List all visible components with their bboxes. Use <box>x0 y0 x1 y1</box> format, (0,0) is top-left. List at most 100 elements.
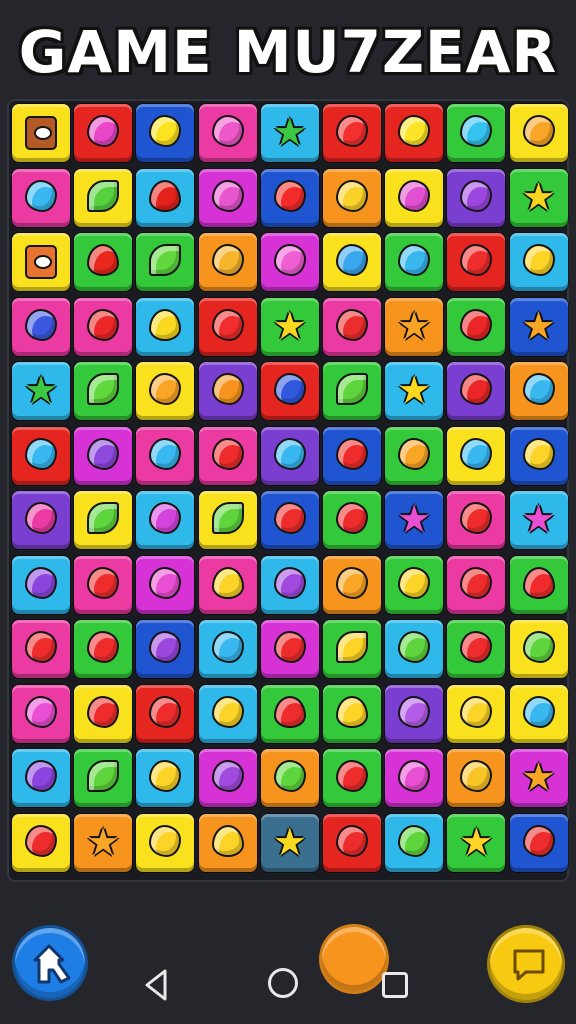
game-tile[interactable] <box>323 684 381 743</box>
game-tile[interactable]: ★ <box>509 168 568 227</box>
game-tile[interactable] <box>136 620 195 678</box>
game-tile[interactable] <box>12 491 70 549</box>
game-tile[interactable] <box>447 749 506 807</box>
game-tile[interactable] <box>136 813 195 872</box>
game-tile[interactable] <box>12 620 70 678</box>
game-tile[interactable]: ★ <box>509 297 568 356</box>
game-tile[interactable] <box>74 426 133 485</box>
game-tile[interactable] <box>447 297 506 356</box>
game-tile[interactable] <box>136 684 195 743</box>
game-tile[interactable] <box>323 555 381 614</box>
game-tile[interactable] <box>198 620 257 678</box>
game-tile[interactable] <box>385 426 444 485</box>
game-tile[interactable]: ★ <box>509 491 568 549</box>
game-tile[interactable] <box>323 813 381 872</box>
game-tile[interactable] <box>136 555 195 614</box>
game-tile[interactable] <box>385 749 444 807</box>
game-tile[interactable] <box>12 233 70 291</box>
game-tile[interactable] <box>198 104 257 162</box>
chat-button[interactable] <box>487 925 565 1003</box>
game-tile[interactable]: ★ <box>260 104 319 162</box>
game-tile[interactable] <box>74 362 133 420</box>
game-tile[interactable]: ★ <box>12 362 70 420</box>
game-tile[interactable]: ★ <box>385 491 444 549</box>
game-tile[interactable] <box>447 233 506 291</box>
home-icon[interactable] <box>268 968 298 998</box>
game-tile[interactable] <box>136 749 195 807</box>
game-tile[interactable] <box>260 233 319 291</box>
back-arrow-button[interactable] <box>12 925 88 1001</box>
game-tile[interactable] <box>12 684 70 743</box>
game-tile[interactable] <box>260 620 319 678</box>
game-tile[interactable] <box>323 426 381 485</box>
game-tile[interactable] <box>74 684 133 743</box>
game-tile[interactable] <box>385 168 444 227</box>
game-tile[interactable] <box>12 297 70 356</box>
game-tile[interactable]: ★ <box>385 362 444 420</box>
game-tile[interactable] <box>509 684 568 743</box>
game-tile[interactable] <box>323 362 381 420</box>
back-icon[interactable] <box>143 965 169 1005</box>
game-tile[interactable] <box>74 233 133 291</box>
game-tile[interactable] <box>198 426 257 485</box>
game-tile[interactable] <box>447 555 506 614</box>
game-tile[interactable]: ★ <box>260 813 319 872</box>
game-tile[interactable] <box>385 813 444 872</box>
game-tile[interactable] <box>74 749 133 807</box>
game-tile[interactable] <box>136 426 195 485</box>
game-tile[interactable] <box>198 491 257 549</box>
game-tile[interactable]: ★ <box>260 297 319 356</box>
game-tile[interactable] <box>260 555 319 614</box>
game-tile[interactable] <box>198 233 257 291</box>
game-tile[interactable] <box>509 233 568 291</box>
recents-icon[interactable] <box>382 972 408 998</box>
game-tile[interactable] <box>260 749 319 807</box>
game-tile[interactable] <box>323 297 381 356</box>
game-tile[interactable] <box>260 491 319 549</box>
game-tile[interactable] <box>447 426 506 485</box>
game-tile[interactable] <box>12 555 70 614</box>
game-tile[interactable] <box>136 491 195 549</box>
game-tile[interactable] <box>136 104 195 162</box>
game-tile[interactable]: ★ <box>385 297 444 356</box>
game-tile[interactable] <box>198 684 257 743</box>
game-tile[interactable] <box>447 684 506 743</box>
game-tile[interactable] <box>260 362 319 420</box>
game-tile[interactable] <box>447 620 506 678</box>
game-tile[interactable] <box>447 168 506 227</box>
game-tile[interactable] <box>12 813 70 872</box>
game-tile[interactable] <box>385 684 444 743</box>
game-tile[interactable] <box>12 749 70 807</box>
game-tile[interactable] <box>12 426 70 485</box>
game-tile[interactable] <box>198 168 257 227</box>
game-tile[interactable] <box>509 813 568 872</box>
game-tile[interactable] <box>260 168 319 227</box>
game-tile[interactable] <box>447 491 506 549</box>
game-tile[interactable] <box>260 684 319 743</box>
game-tile[interactable] <box>323 104 381 162</box>
game-tile[interactable] <box>12 168 70 227</box>
game-tile[interactable]: ★ <box>509 749 568 807</box>
game-tile[interactable] <box>509 555 568 614</box>
game-tile[interactable] <box>509 620 568 678</box>
game-tile[interactable] <box>136 168 195 227</box>
game-tile[interactable] <box>136 362 195 420</box>
game-tile[interactable] <box>136 233 195 291</box>
game-tile[interactable] <box>509 104 568 162</box>
game-tile[interactable] <box>385 620 444 678</box>
game-tile[interactable] <box>323 620 381 678</box>
game-tile[interactable] <box>323 491 381 549</box>
game-tile[interactable] <box>447 104 506 162</box>
game-tile[interactable] <box>74 297 133 356</box>
game-tile[interactable] <box>198 362 257 420</box>
game-tile[interactable] <box>323 233 381 291</box>
game-tile[interactable] <box>323 168 381 227</box>
orange-orb-button[interactable] <box>319 924 389 994</box>
game-tile[interactable] <box>198 555 257 614</box>
game-tile[interactable] <box>74 168 133 227</box>
game-tile[interactable]: ★ <box>447 813 506 872</box>
game-tile[interactable] <box>12 104 70 162</box>
game-tile[interactable] <box>509 362 568 420</box>
game-tile[interactable] <box>260 426 319 485</box>
game-tile[interactable] <box>74 555 133 614</box>
